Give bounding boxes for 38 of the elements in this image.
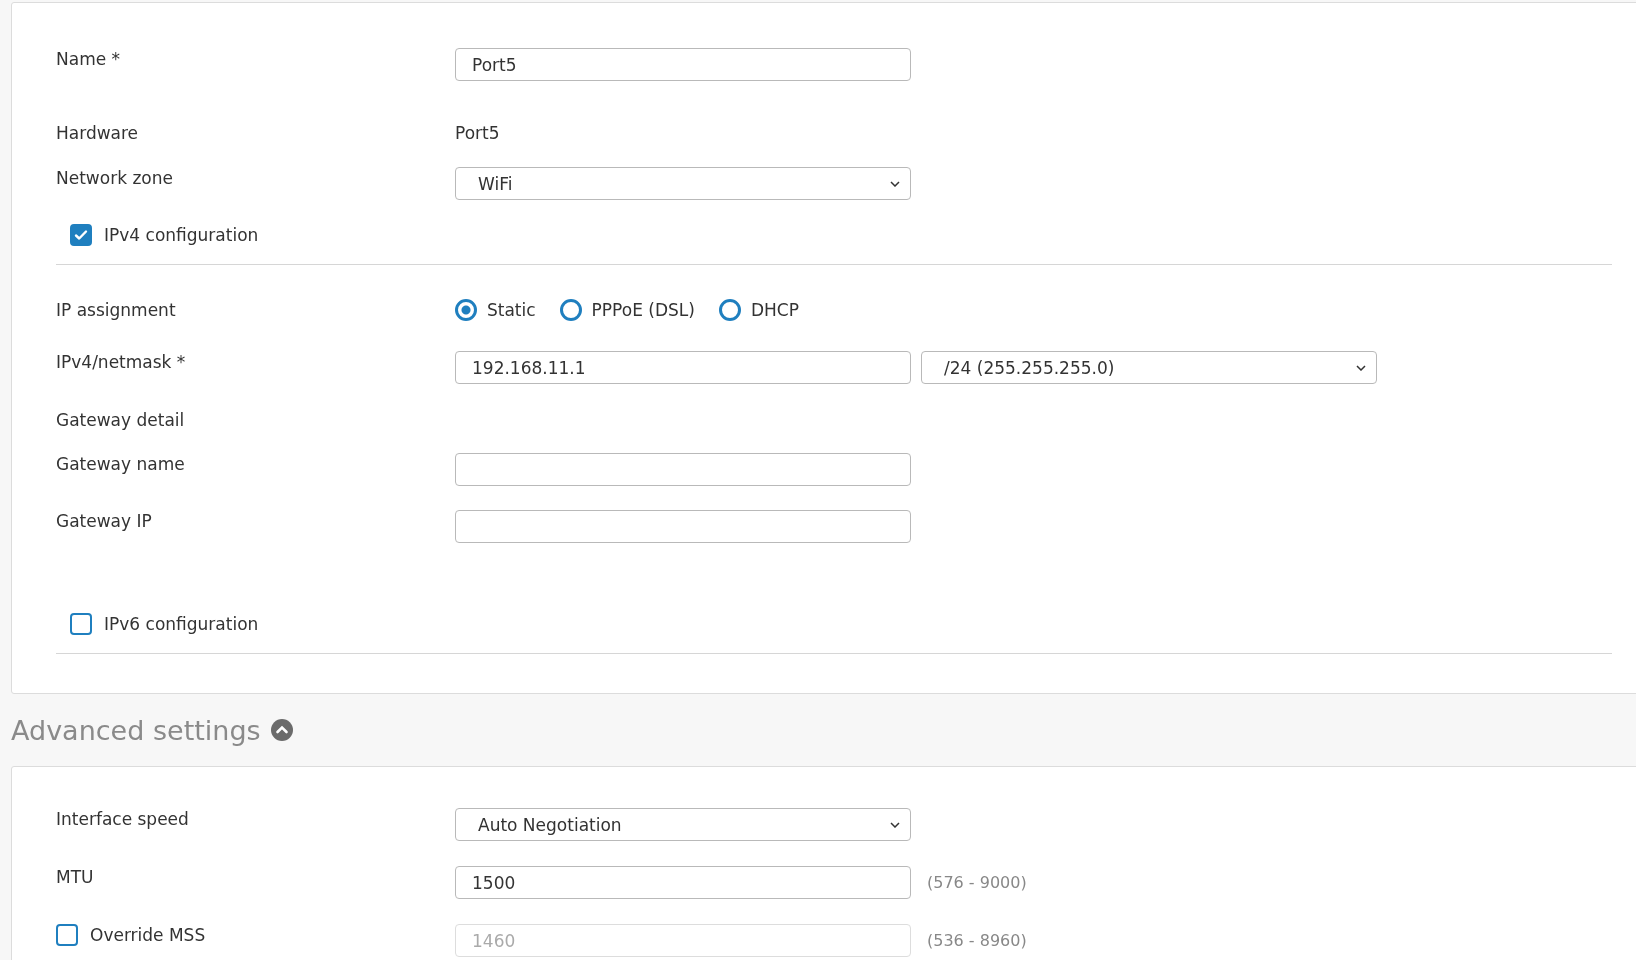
- chevron-down-icon: [890, 180, 900, 187]
- chevron-down-icon: [1356, 364, 1366, 371]
- field-label: Gateway IP: [56, 510, 153, 532]
- radio-button[interactable]: [455, 299, 477, 321]
- text-input[interactable]: [455, 453, 911, 486]
- field-label: Gateway name: [56, 453, 186, 475]
- radio-label: Static: [487, 300, 536, 320]
- radio-label: DHCP: [750, 300, 799, 320]
- field-label: Network zone: [56, 167, 174, 189]
- dropdown-select[interactable]: Auto Negotiation: [455, 808, 911, 841]
- field-label: Name *: [56, 48, 122, 70]
- text-input[interactable]: Port5: [455, 48, 911, 81]
- checkbox-label: Override MSS: [90, 925, 206, 945]
- dropdown-select[interactable]: /24 (255.255.255.0): [921, 351, 1377, 384]
- text-input[interactable]: [455, 510, 911, 543]
- field-label: Gateway detail: [56, 409, 186, 431]
- text-input[interactable]: 1500: [455, 866, 911, 899]
- radio-button[interactable]: [718, 299, 741, 321]
- field-label: Interface speed: [56, 808, 190, 830]
- field-label: Hardware: [56, 122, 140, 144]
- dropdown-select[interactable]: WiFi: [455, 167, 911, 200]
- checkbox-label: IPv6 configuration: [104, 614, 259, 634]
- chevron-down-icon: [890, 821, 900, 828]
- field-label: MTU: [56, 866, 95, 888]
- radio-button[interactable]: [559, 299, 582, 321]
- field-value: Port5: [455, 122, 500, 144]
- checkbox[interactable]: [70, 613, 92, 635]
- field-label: IPv4/netmask *: [56, 351, 187, 373]
- checkbox-label: IPv4 configuration: [104, 225, 259, 245]
- field-label: IP assignment: [56, 299, 177, 321]
- section-title: Advanced settings: [11, 714, 261, 746]
- radio-label: PPPoE (DSL): [591, 300, 695, 320]
- text-input[interactable]: 192.168.11.1: [455, 351, 911, 384]
- checkbox[interactable]: [70, 224, 92, 246]
- range-hint: (536 - 8960): [927, 931, 1027, 950]
- chevron-circle-icon[interactable]: [270, 719, 293, 741]
- range-hint: (576 - 9000): [927, 873, 1027, 892]
- checkmark-icon: [73, 227, 89, 243]
